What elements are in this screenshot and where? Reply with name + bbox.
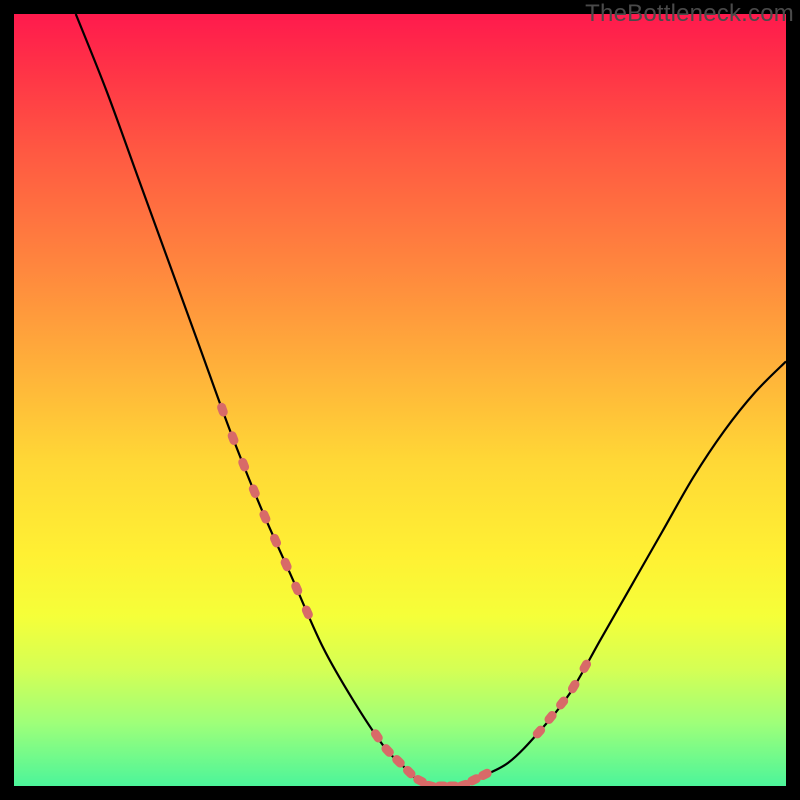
data-marker: [226, 430, 239, 446]
data-marker: [269, 532, 283, 548]
data-marker: [237, 456, 251, 472]
data-marker: [578, 658, 593, 675]
data-marker: [566, 678, 581, 695]
data-marker: [248, 483, 262, 499]
bottleneck-curve: [14, 14, 786, 786]
chart-area: [14, 14, 786, 786]
data-marker: [216, 402, 229, 418]
watermark-text: TheBottleneck.com: [585, 0, 794, 28]
data-marker: [300, 604, 314, 620]
data-marker: [290, 580, 304, 596]
data-marker: [279, 556, 293, 572]
data-marker: [258, 509, 272, 525]
